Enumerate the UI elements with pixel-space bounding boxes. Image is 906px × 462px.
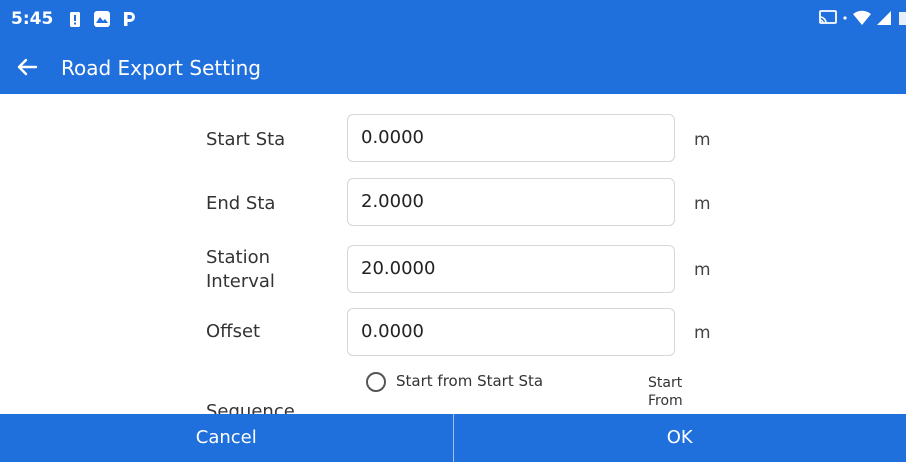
photos-icon [94,11,110,27]
status-time: 5:45 [11,9,54,29]
signal-icon [877,11,891,25]
battery-alert-icon [70,12,80,27]
station-interval-input[interactable]: 20.0000 [347,245,675,293]
sequence-option-2-line1: Start [648,375,683,391]
offset-input[interactable]: 0.0000 [347,308,675,356]
battery-icon [899,12,906,25]
start-sta-input[interactable]: 0.0000 [347,114,675,162]
start-sta-unit: m [694,130,711,150]
station-interval-label-line1: Station [206,247,270,268]
wifi-icon [853,10,871,25]
start-sta-label: Start Sta [206,129,286,150]
station-interval-label-line2: Interval [206,271,275,292]
cancel-button[interactable]: Cancel [0,414,453,462]
ok-button[interactable]: OK [454,414,906,462]
form-content: Start Sta 0.0000 m End Sta 2.0000 m Stat… [0,94,906,414]
end-sta-label: End Sta [206,193,276,214]
page-title: Road Export Setting [61,56,261,80]
sequence-option-2-line2: From [648,393,683,409]
sequence-option-1-label[interactable]: Start from Start Sta [396,372,543,390]
sequence-option-start-from-start-sta-radio[interactable] [366,372,386,392]
parking-icon [124,12,135,26]
sequence-label: Sequence [206,401,295,414]
offset-label: Offset [206,321,261,342]
end-sta-input[interactable]: 2.0000 [347,178,675,226]
status-bar: 5:45 [0,0,906,40]
cast-icon [819,10,837,24]
app-toolbar: Road Export Setting [0,40,906,94]
offset-unit: m [694,323,711,343]
sequence-option-2-label[interactable]: Start From [648,374,708,410]
station-interval-label: Station Interval [206,246,275,294]
bottom-action-bar: Cancel OK [0,414,906,462]
back-arrow-icon[interactable] [14,54,40,80]
end-sta-unit: m [694,194,711,214]
station-interval-unit: m [694,260,711,280]
dot-icon [843,16,847,20]
